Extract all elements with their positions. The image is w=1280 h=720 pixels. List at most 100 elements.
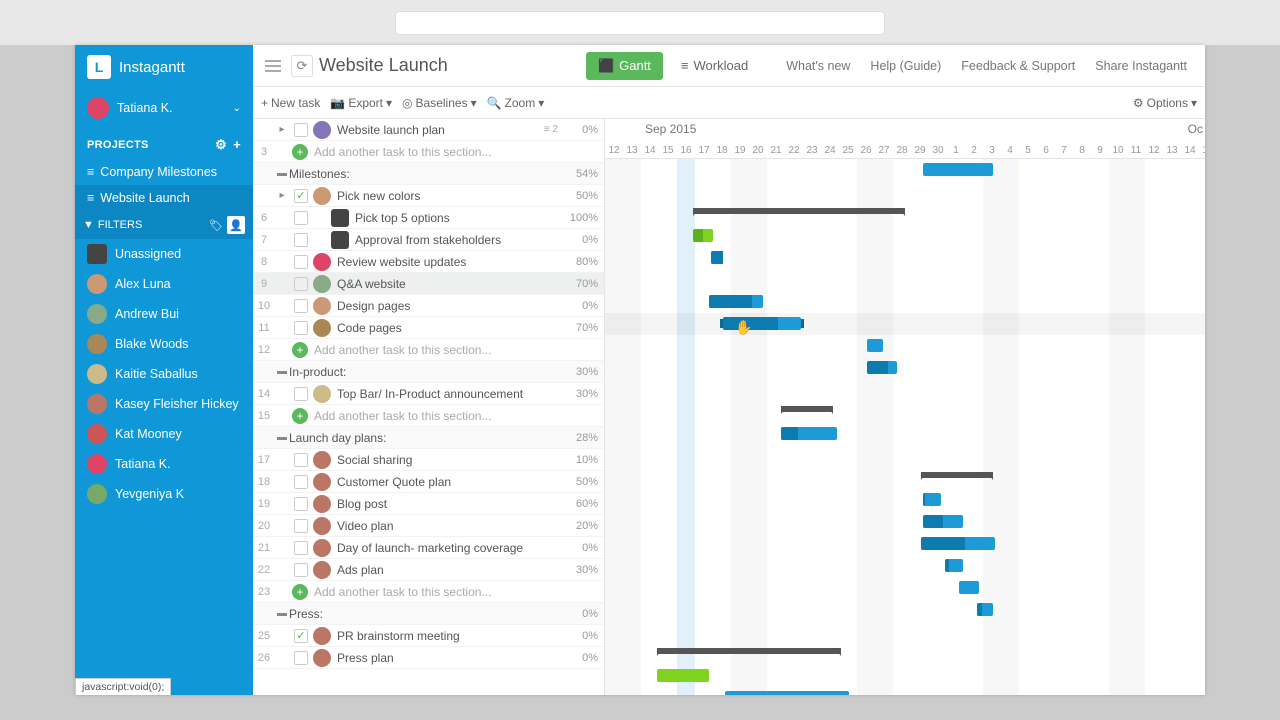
sidebar-person-item[interactable]: Yevgeniya K — [75, 479, 253, 509]
gantt-bar[interactable] — [923, 493, 941, 506]
header-link[interactable]: What's new — [776, 53, 860, 79]
add-task-row[interactable]: 3+Add another task to this section... — [253, 141, 604, 163]
add-icon[interactable]: + — [292, 408, 308, 424]
assignee-avatar[interactable] — [313, 121, 331, 139]
sidebar-person-item[interactable]: Unassigned — [75, 239, 253, 269]
assignee-avatar[interactable] — [313, 451, 331, 469]
gantt-bar[interactable] — [657, 669, 709, 682]
add-icon[interactable]: + — [292, 584, 308, 600]
task-name[interactable]: Design pages — [337, 299, 564, 313]
section-row[interactable]: ▬Milestones:54% — [253, 163, 604, 185]
task-checkbox[interactable] — [294, 541, 308, 555]
sidebar-person-item[interactable]: Kaitie Saballus — [75, 359, 253, 389]
workload-button[interactable]: ≡ Workload — [669, 52, 760, 79]
task-row[interactable]: 11Code pages70% — [253, 317, 604, 339]
task-checkbox[interactable] — [294, 387, 308, 401]
task-row[interactable]: 8Review website updates80% — [253, 251, 604, 273]
task-name[interactable]: Top Bar/ In-Product announcement — [337, 387, 564, 401]
task-checkbox[interactable] — [294, 299, 308, 313]
assignee-avatar[interactable] — [331, 209, 349, 227]
task-checkbox[interactable]: ✓ — [294, 189, 308, 203]
task-name[interactable]: Day of launch- marketing coverage — [337, 541, 564, 555]
gantt-bar[interactable] — [959, 581, 979, 594]
gantt-bar[interactable] — [867, 339, 883, 352]
export-button[interactable]: 📷Export ▾ — [330, 96, 392, 110]
task-row[interactable]: 14Top Bar/ In-Product announcement30% — [253, 383, 604, 405]
section-row[interactable]: ▬Press:0% — [253, 603, 604, 625]
bar-handle-right[interactable] — [801, 319, 804, 328]
task-row[interactable]: 21Day of launch- marketing coverage0% — [253, 537, 604, 559]
task-name[interactable]: Video plan — [337, 519, 564, 533]
zoom-button[interactable]: 🔍Zoom ▾ — [487, 96, 545, 110]
task-checkbox[interactable]: ✓ — [294, 629, 308, 643]
gear-icon[interactable]: ⚙ — [215, 137, 227, 153]
task-checkbox[interactable] — [294, 563, 308, 577]
task-row[interactable]: 18Customer Quote plan50% — [253, 471, 604, 493]
section-bar[interactable] — [781, 406, 833, 412]
user-menu[interactable]: Tatiana K. ⌄ — [75, 89, 253, 127]
gantt-bar[interactable] — [725, 691, 849, 695]
section-row[interactable]: ▬Launch day plans:28% — [253, 427, 604, 449]
assignee-avatar[interactable] — [313, 561, 331, 579]
add-task-row[interactable]: 12+Add another task to this section... — [253, 339, 604, 361]
gantt-bar[interactable] — [781, 427, 837, 440]
task-checkbox[interactable] — [294, 277, 308, 291]
add-task-row[interactable]: 23+Add another task to this section... — [253, 581, 604, 603]
header-link[interactable]: Help (Guide) — [860, 53, 951, 79]
task-row[interactable]: 25✓PR brainstorm meeting0% — [253, 625, 604, 647]
menu-icon[interactable] — [261, 54, 285, 78]
gantt-bar[interactable] — [923, 515, 963, 528]
gantt-bar[interactable] — [945, 559, 963, 572]
task-name[interactable]: Customer Quote plan — [337, 475, 564, 489]
task-list[interactable]: ▸Website launch plan≡ 20%3+Add another t… — [253, 119, 605, 695]
collapse-icon[interactable]: ▬ — [275, 366, 289, 377]
task-row[interactable]: 7Approval from stakeholders0% — [253, 229, 604, 251]
sidebar-project-item[interactable]: ≡Company Milestones — [75, 159, 253, 185]
sidebar-person-item[interactable]: Andrew Bui — [75, 299, 253, 329]
task-row[interactable]: 26Press plan0% — [253, 647, 604, 669]
gantt-bar[interactable] — [977, 603, 993, 616]
task-row[interactable]: 6Pick top 5 options100% — [253, 207, 604, 229]
gantt-button[interactable]: ⬛ Gantt — [586, 52, 663, 80]
section-row[interactable]: ▬In-product:30% — [253, 361, 604, 383]
sidebar-person-item[interactable]: Alex Luna — [75, 269, 253, 299]
sidebar-person-item[interactable]: Blake Woods — [75, 329, 253, 359]
gantt-body[interactable]: ✋ — [605, 159, 1205, 695]
task-row[interactable]: ▸✓Pick new colors50% — [253, 185, 604, 207]
task-row[interactable]: 17Social sharing10% — [253, 449, 604, 471]
assignee-avatar[interactable] — [313, 473, 331, 491]
task-checkbox[interactable] — [294, 321, 308, 335]
task-name[interactable]: Pick new colors — [337, 189, 564, 203]
assignee-avatar[interactable] — [313, 539, 331, 557]
expand-icon[interactable]: ▸ — [275, 190, 289, 201]
add-icon[interactable]: + — [292, 342, 308, 358]
task-row[interactable]: 20Video plan20% — [253, 515, 604, 537]
add-icon[interactable]: + — [292, 144, 308, 160]
collapse-icon[interactable]: ▬ — [275, 432, 289, 443]
collapse-icon[interactable]: ▬ — [275, 168, 289, 179]
task-checkbox[interactable] — [294, 453, 308, 467]
assignee-avatar[interactable] — [313, 275, 331, 293]
task-name[interactable]: Pick top 5 options — [355, 211, 564, 225]
add-task-row[interactable]: 15+Add another task to this section... — [253, 405, 604, 427]
collapse-icon[interactable]: ▬ — [275, 608, 289, 619]
gantt-bar[interactable] — [711, 251, 723, 264]
sidebar-person-item[interactable]: Tatiana K. — [75, 449, 253, 479]
baselines-button[interactable]: ◎Baselines ▾ — [402, 96, 477, 110]
gantt-bar[interactable] — [867, 361, 897, 374]
task-row[interactable]: ▸Website launch plan≡ 20% — [253, 119, 604, 141]
add-project-icon[interactable]: + — [233, 137, 241, 153]
task-checkbox[interactable] — [294, 475, 308, 489]
gantt-bar[interactable] — [709, 295, 763, 308]
header-link[interactable]: Share Instagantt — [1085, 53, 1197, 79]
refresh-button[interactable]: ⟳ — [291, 55, 313, 77]
task-row[interactable]: 10Design pages0% — [253, 295, 604, 317]
task-checkbox[interactable] — [294, 123, 308, 137]
section-bar[interactable] — [693, 208, 905, 214]
task-name[interactable]: PR brainstorm meeting — [337, 629, 564, 643]
expand-icon[interactable]: ▸ — [275, 124, 289, 135]
person-filter-icon[interactable]: 👤 — [227, 216, 245, 234]
assignee-avatar[interactable] — [313, 627, 331, 645]
assignee-avatar[interactable] — [313, 517, 331, 535]
task-name[interactable]: Q&A website — [337, 277, 564, 291]
